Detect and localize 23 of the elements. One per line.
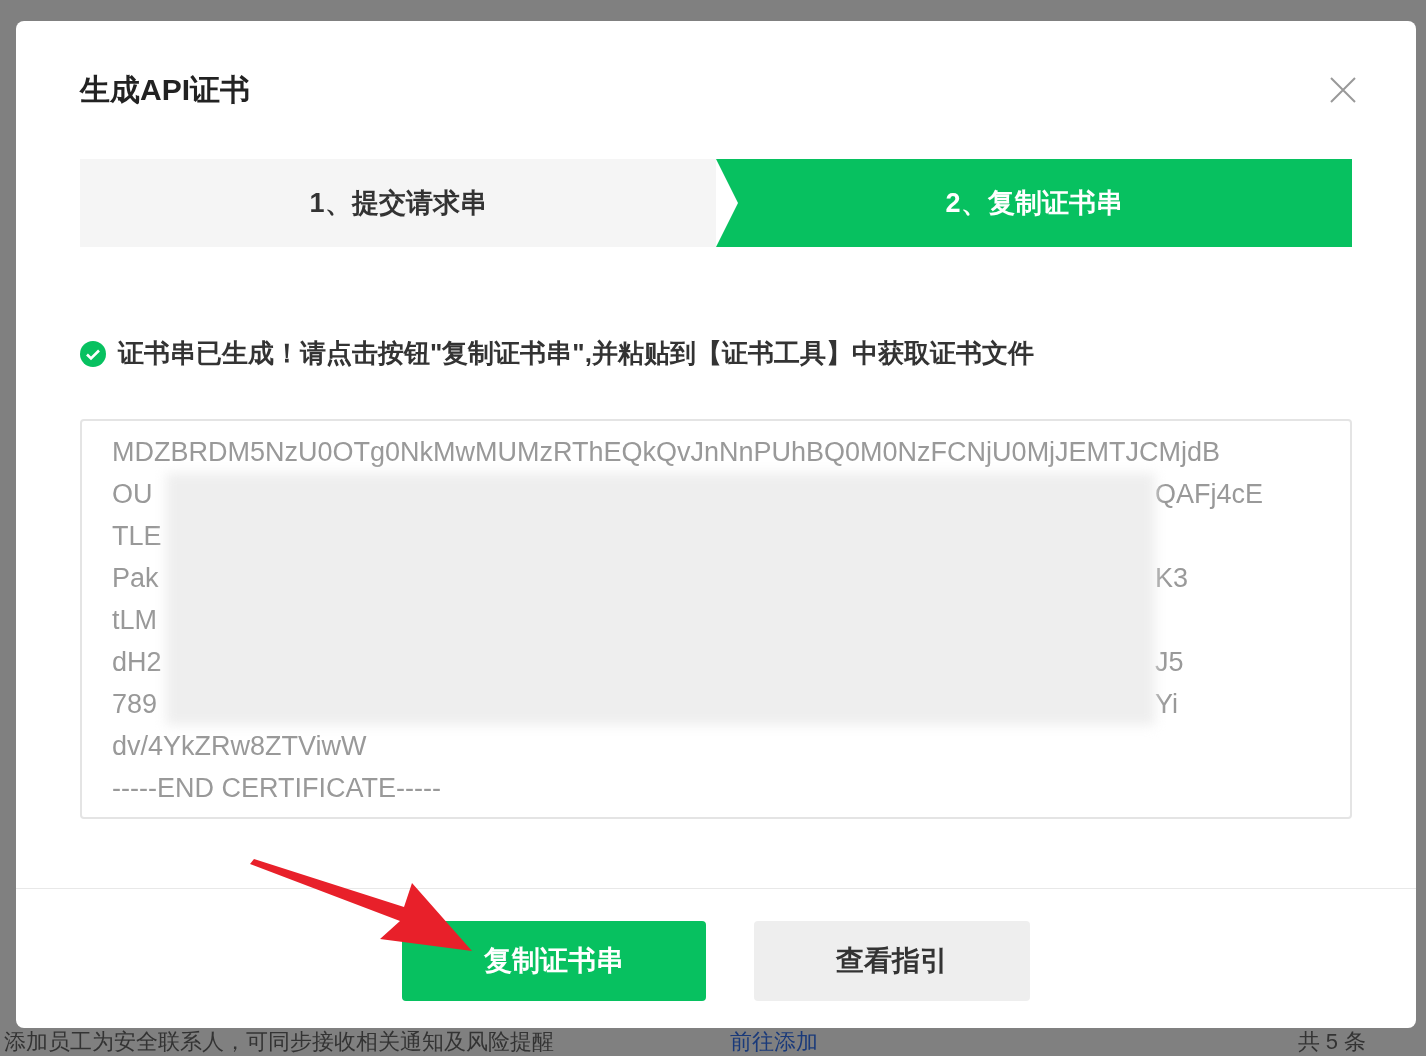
certificate-line-start: 789 bbox=[112, 688, 158, 720]
certificate-line-end: J5 bbox=[1155, 646, 1185, 678]
check-circle-icon bbox=[80, 340, 106, 367]
certificate-line-start: TLE bbox=[112, 520, 162, 552]
dialog-title: 生成API证书 bbox=[80, 71, 250, 108]
add-contact-link[interactable]: 前往添加 bbox=[730, 1027, 818, 1056]
background-notice: 添加员工为安全联系人，可同步接收相关通知及风险提醒 bbox=[4, 1028, 555, 1056]
success-message: 证书串已生成！请点击按钮"复制证书串",并粘贴到【证书工具】中获取证书文件 bbox=[118, 337, 1034, 370]
certificate-line-end: K3 bbox=[1155, 562, 1190, 594]
certificate-line-start: OU bbox=[112, 478, 153, 510]
item-count: 共 5 条 bbox=[1297, 1028, 1366, 1056]
close-icon[interactable] bbox=[1330, 77, 1356, 103]
certificate-line: dv/4YkZRw8ZTViwW bbox=[112, 730, 368, 762]
certificate-line-start: dH2 bbox=[112, 646, 162, 678]
certificate-line-end: QAFj4cE bbox=[1155, 478, 1265, 510]
copy-button[interactable]: 复制证书串 bbox=[402, 921, 706, 1001]
certificate-line: -----END CERTIFICATE----- bbox=[112, 772, 442, 804]
certificate-line: MDZBRDM5NzU0OTg0NkMwMUMzRThEQkQvJnNnPUhBQ0M0NzFCNjU0MjJEMTJCMjdB bbox=[112, 436, 1222, 468]
certificate-line-start: tLM bbox=[112, 604, 157, 636]
certificate-line-start: Pak bbox=[112, 562, 159, 594]
guide-button[interactable]: 查看指引 bbox=[754, 921, 1030, 1001]
certificate-text-area[interactable]: MDZBRDM5NzU0OTg0NkMwMUMzRThEQkQvJnNnPUhBQ0M0NzFCNjU0MjJEMTJCMjdB OU QAFj4cE TLE Pak K3 tLM dH2 J5 789 Yi dv/4YkZRw8ZTViwW -----END CERTIFICATE----- bbox=[80, 419, 1352, 819]
certificate-line-end: Yi bbox=[1155, 688, 1179, 720]
